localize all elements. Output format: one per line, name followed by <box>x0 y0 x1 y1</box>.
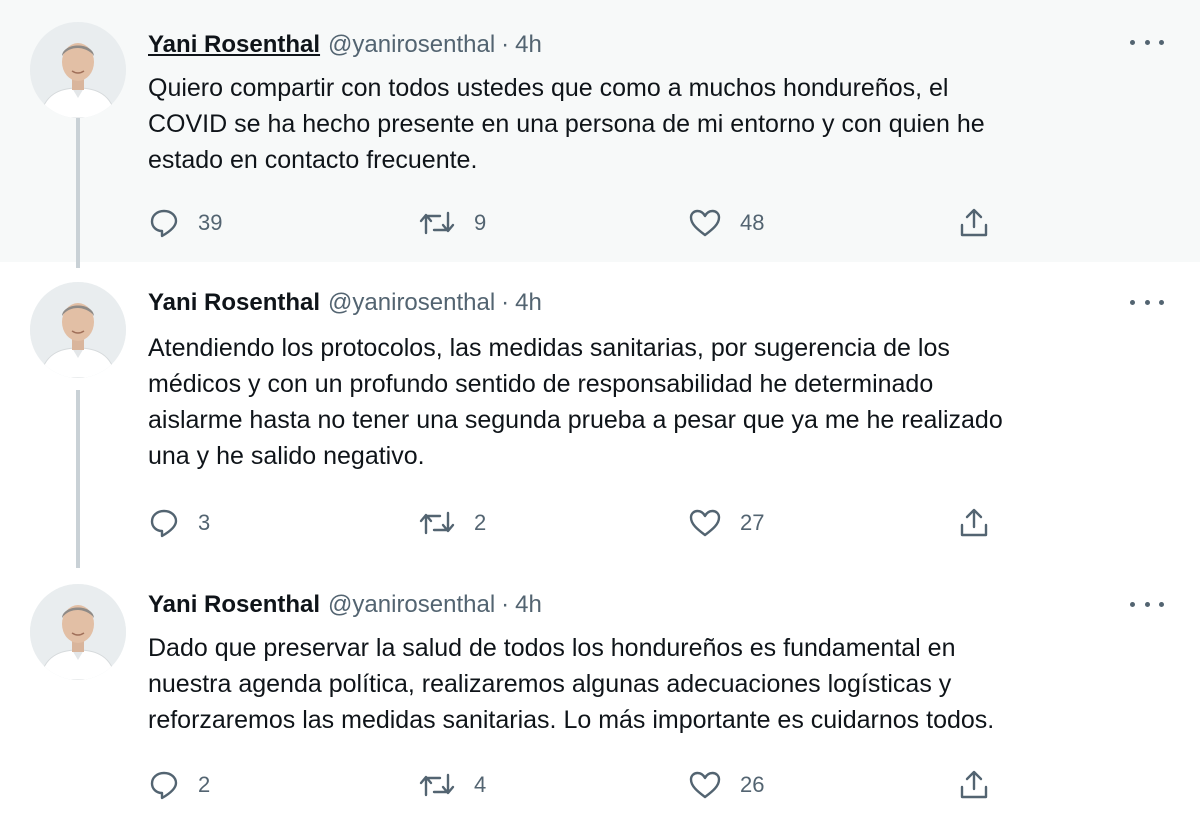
like-count: 48 <box>740 210 765 235</box>
share-button[interactable] <box>958 768 990 802</box>
separator-dot: · <box>501 289 510 316</box>
author-name[interactable]: Yani Rosenthal <box>148 289 320 316</box>
tweet-text-line: una y he salido negativo. <box>148 442 425 470</box>
more-options-icon[interactable] <box>1130 594 1164 614</box>
more-options-icon[interactable] <box>1130 292 1164 312</box>
tweet-text-line: Atendiendo los protocolos, las medidas s… <box>148 334 950 362</box>
heart-icon <box>689 209 721 237</box>
timestamp[interactable]: 4h <box>515 591 542 618</box>
share-icon <box>960 208 988 237</box>
tweet-text-line: Quiero compartir con todos ustedes que c… <box>148 74 949 102</box>
author-handle[interactable]: @yanirosenthal <box>328 289 495 316</box>
thread-line <box>76 118 80 268</box>
retweet-icon <box>419 211 455 235</box>
author-name[interactable]: Yani Rosenthal <box>148 31 320 58</box>
tweet-actions: 2 4 26 <box>148 768 1008 802</box>
tweet-text-line: Dado que preservar la salud de todos los… <box>148 634 956 662</box>
tweet-text-line: reforzaremos las medidas sanitarias. Lo … <box>148 706 995 734</box>
heart-icon <box>689 509 721 537</box>
reply-icon <box>150 509 178 538</box>
tweet-text: Quiero compartir con todos ustedes que c… <box>148 70 1168 178</box>
reply-count: 2 <box>198 772 211 797</box>
author-name[interactable]: Yani Rosenthal <box>148 591 320 618</box>
tweet-text-line: estado en contacto frecuente. <box>148 146 478 174</box>
reply-count: 3 <box>198 510 211 535</box>
tweet-actions: 39 9 48 <box>148 206 1008 240</box>
reply-button[interactable]: 3 <box>148 506 210 540</box>
tweet-text-line: aislarme hasta no tener una segunda prue… <box>148 406 1003 434</box>
timestamp[interactable]: 4h <box>515 31 542 58</box>
author-handle[interactable]: @yanirosenthal <box>328 591 495 618</box>
retweet-icon <box>419 511 455 535</box>
author-handle[interactable]: @yanirosenthal <box>328 31 495 58</box>
tweet-text-line: nuestra agenda política, realizaremos al… <box>148 670 952 698</box>
reply-icon <box>150 209 178 238</box>
tweet-text-line: médicos y con un profundo sentido de res… <box>148 370 934 398</box>
tweet-actions: 3 2 27 <box>148 506 1008 540</box>
retweet-icon <box>419 773 455 797</box>
reply-icon <box>150 771 178 800</box>
tweet-3[interactable]: Yani Rosenthal @yanirosenthal · 4h Dado que… <box>0 568 1200 814</box>
like-button[interactable]: 27 <box>688 506 764 540</box>
share-button[interactable] <box>958 206 990 240</box>
retweet-count: 2 <box>474 510 487 535</box>
tweet-text-line: COVID se ha hecho presente en una person… <box>148 110 985 138</box>
tweet-thread: Yani Rosenthal @yanirosenthal · 4h Quiero c… <box>0 0 1200 814</box>
separator-dot: · <box>501 591 510 618</box>
heart-icon <box>689 771 721 799</box>
like-count: 27 <box>740 510 765 535</box>
tweet-text: Dado que preservar la salud de todos los… <box>148 630 1168 738</box>
timestamp[interactable]: 4h <box>515 289 542 316</box>
share-icon <box>960 508 988 537</box>
share-button[interactable] <box>958 506 990 540</box>
retweet-button[interactable]: 2 <box>418 506 486 540</box>
tweet-header: Yani Rosenthal @yanirosenthal · 4h <box>148 288 542 318</box>
like-button[interactable]: 48 <box>688 206 764 240</box>
reply-count: 39 <box>198 210 223 235</box>
avatar[interactable] <box>30 22 126 118</box>
retweet-count: 9 <box>474 210 487 235</box>
like-button[interactable]: 26 <box>688 768 764 802</box>
separator-dot: · <box>501 31 510 58</box>
tweet-2[interactable]: Yani Rosenthal @yanirosenthal · 4h Atendien… <box>0 262 1200 568</box>
like-count: 26 <box>740 772 765 797</box>
tweet-text: Atendiendo los protocolos, las medidas s… <box>148 330 1168 474</box>
retweet-count: 4 <box>474 772 487 797</box>
tweet-header: Yani Rosenthal @yanirosenthal · 4h <box>148 30 542 60</box>
avatar[interactable] <box>30 282 126 378</box>
thread-line <box>76 390 80 568</box>
reply-button[interactable]: 2 <box>148 768 210 802</box>
tweet-header: Yani Rosenthal @yanirosenthal · 4h <box>148 590 542 620</box>
retweet-button[interactable]: 9 <box>418 206 486 240</box>
more-options-icon[interactable] <box>1130 32 1164 52</box>
share-icon <box>960 770 988 799</box>
avatar[interactable] <box>30 584 126 680</box>
reply-button[interactable]: 39 <box>148 206 222 240</box>
retweet-button[interactable]: 4 <box>418 768 486 802</box>
tweet-1[interactable]: Yani Rosenthal @yanirosenthal · 4h Quiero c… <box>0 0 1200 268</box>
